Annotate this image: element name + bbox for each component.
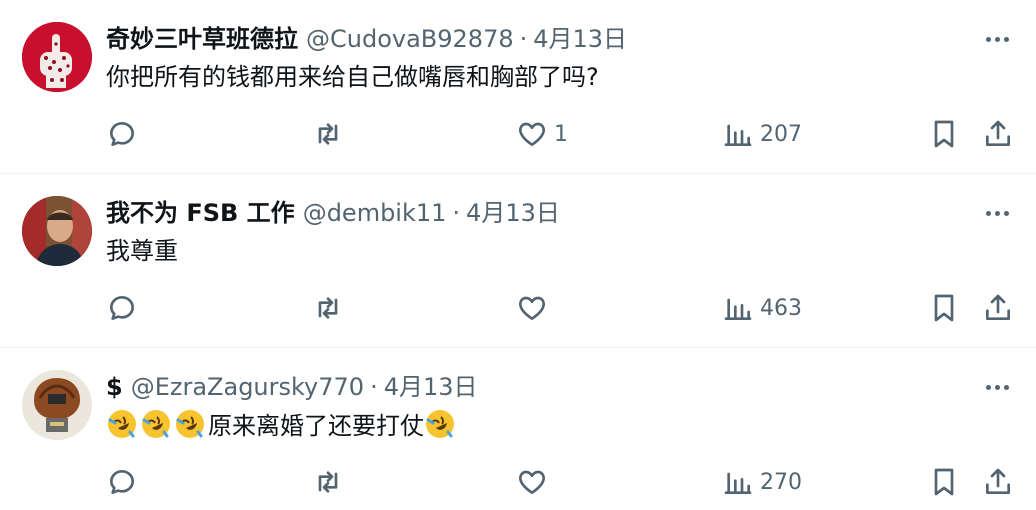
bookmark-icon: [934, 468, 954, 496]
views-chart-icon: [724, 124, 752, 146]
like-button[interactable]: 1: [516, 116, 568, 152]
tweet[interactable]: 奇妙三叶草班德拉 @CudovaB92878 · 4月13日 你把所有的钱都用来…: [0, 0, 1036, 173]
retweet-button[interactable]: [312, 116, 344, 152]
retweet-icon: [318, 123, 338, 145]
reply-icon: [110, 122, 134, 146]
timestamp[interactable]: 4月13日: [533, 22, 627, 56]
rolling-on-floor-laughing-icon: [142, 410, 170, 438]
separator-dot: ·: [370, 373, 378, 401]
reply-icon: [110, 296, 134, 320]
avatar[interactable]: [22, 370, 92, 440]
separator-dot: ·: [519, 25, 528, 53]
rolling-on-floor-laughing-icon: [426, 410, 454, 438]
user-handle[interactable]: @dembik11: [303, 196, 447, 230]
rolling-on-floor-laughing-icon: [176, 410, 204, 438]
tweet[interactable]: 我不为 FSB 工作 @dembik11 · 4月13日 我尊重 463: [0, 174, 1036, 347]
avatar[interactable]: [22, 196, 92, 266]
retweet-button[interactable]: [312, 290, 344, 326]
tweet-header: $ @EzraZagursky770 · 4月13日: [106, 370, 478, 404]
rolling-on-floor-laughing-icon: [108, 410, 136, 438]
bookmark-button[interactable]: [928, 464, 960, 500]
view-count: 270: [760, 469, 802, 495]
heart-icon: [519, 470, 545, 494]
user-handle[interactable]: @CudovaB92878: [306, 22, 514, 56]
tweet[interactable]: $ @EzraZagursky770 · 4月13日 原来离婚了还要打仗 270: [0, 348, 1036, 510]
retweet-button[interactable]: [312, 464, 344, 500]
share-button[interactable]: [982, 116, 1014, 152]
like-count: 1: [554, 121, 568, 147]
heart-icon: [519, 296, 545, 320]
views-button[interactable]: 207: [722, 116, 802, 152]
user-handle[interactable]: @EzraZagursky770: [131, 370, 364, 404]
tweet-text: 原来离婚了还要打仗: [106, 408, 458, 443]
bookmark-icon: [934, 120, 954, 148]
retweet-icon: [318, 297, 338, 319]
more-dots-icon[interactable]: [980, 200, 1014, 226]
reply-button[interactable]: [106, 290, 138, 326]
view-count: 207: [760, 121, 802, 147]
tweet-header: 我不为 FSB 工作 @dembik11 · 4月13日: [106, 196, 560, 230]
display-name[interactable]: 我不为 FSB 工作: [106, 196, 295, 230]
timestamp[interactable]: 4月13日: [384, 370, 478, 404]
share-button[interactable]: [982, 290, 1014, 326]
timestamp[interactable]: 4月13日: [466, 196, 560, 230]
more-dots-icon[interactable]: [980, 26, 1014, 52]
like-button[interactable]: [516, 290, 554, 326]
views-chart-icon: [724, 472, 752, 494]
retweet-icon: [318, 471, 338, 493]
tweet-text: 我尊重: [106, 237, 178, 265]
views-button[interactable]: 270: [722, 464, 802, 500]
separator-dot: ·: [452, 199, 461, 227]
share-icon: [986, 120, 1010, 146]
display-name[interactable]: 奇妙三叶草班德拉: [106, 22, 298, 56]
views-chart-icon: [724, 298, 752, 320]
avatar[interactable]: [22, 22, 92, 92]
bookmark-button[interactable]: [928, 290, 960, 326]
views-button[interactable]: 463: [722, 290, 802, 326]
reply-icon: [110, 470, 134, 494]
bookmark-icon: [934, 294, 954, 322]
more-dots-icon[interactable]: [980, 374, 1014, 400]
share-button[interactable]: [982, 464, 1014, 500]
display-name[interactable]: $: [106, 370, 123, 404]
reply-button[interactable]: [106, 116, 138, 152]
tweet-text: 你把所有的钱都用来给自己做嘴唇和胸部了吗?: [106, 63, 599, 91]
heart-icon: [519, 122, 545, 146]
tweet-header: 奇妙三叶草班德拉 @CudovaB92878 · 4月13日: [106, 22, 627, 56]
share-icon: [986, 468, 1010, 494]
like-button[interactable]: [516, 464, 554, 500]
share-icon: [986, 294, 1010, 320]
reply-button[interactable]: [106, 464, 138, 500]
tweet-text-body: 原来离婚了还要打仗: [208, 412, 424, 440]
bookmark-button[interactable]: [928, 116, 960, 152]
view-count: 463: [760, 295, 802, 321]
